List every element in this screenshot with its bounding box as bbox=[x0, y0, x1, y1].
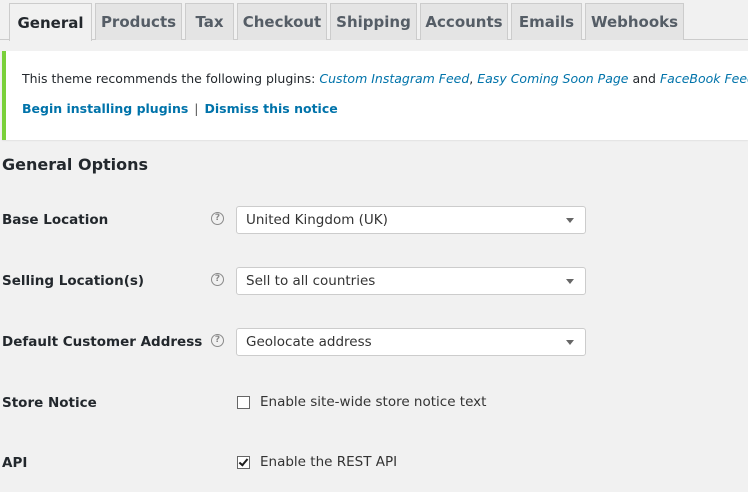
store-notice-checkbox[interactable] bbox=[237, 396, 250, 409]
tab-products[interactable]: Products bbox=[95, 3, 182, 40]
plugin-notice: This theme recommends the following plug… bbox=[2, 51, 748, 140]
tab-accounts[interactable]: Accounts bbox=[420, 3, 508, 40]
chevron-down-icon bbox=[566, 218, 574, 223]
notice-separator: | bbox=[194, 101, 199, 116]
help-icon[interactable]: ? bbox=[211, 334, 224, 347]
base-location-select[interactable]: United Kingdom (UK) bbox=[236, 206, 586, 234]
notice-actions: Begin installing plugins | Dismiss this no… bbox=[22, 101, 338, 116]
base-location-label: Base Location bbox=[2, 212, 109, 228]
plugin-link-coming-soon[interactable]: Easy Coming Soon Page bbox=[477, 71, 628, 86]
checkmark-icon bbox=[238, 456, 249, 467]
tab-shipping[interactable]: Shipping bbox=[330, 3, 417, 40]
default-customer-address-select[interactable]: Geolocate address bbox=[236, 328, 586, 356]
dismiss-notice-link[interactable]: Dismiss this notice bbox=[205, 101, 338, 116]
selling-locations-label: Selling Location(s) bbox=[2, 273, 145, 289]
default-customer-address-value: Geolocate address bbox=[246, 334, 372, 350]
notice-message: This theme recommends the following plug… bbox=[22, 71, 748, 86]
api-label: API bbox=[2, 455, 28, 471]
tab-general[interactable]: General bbox=[9, 3, 92, 41]
base-location-value: United Kingdom (UK) bbox=[246, 212, 388, 228]
tab-webhooks[interactable]: Webhooks bbox=[585, 3, 684, 40]
chevron-down-icon bbox=[566, 340, 574, 345]
store-notice-checkbox-label[interactable]: Enable site-wide store notice text bbox=[260, 394, 486, 410]
notice-text: This theme recommends the following plug… bbox=[22, 71, 320, 86]
chevron-down-icon bbox=[566, 279, 574, 284]
tab-tax[interactable]: Tax bbox=[185, 3, 234, 40]
help-icon[interactable]: ? bbox=[211, 212, 224, 225]
tab-checkout[interactable]: Checkout bbox=[237, 3, 327, 40]
help-icon[interactable]: ? bbox=[211, 273, 224, 286]
plugin-link-facebook[interactable]: FaceBook Feed bbox=[660, 71, 748, 86]
store-notice-label: Store Notice bbox=[2, 395, 97, 411]
notice-and: and bbox=[628, 71, 660, 86]
api-checkbox[interactable] bbox=[237, 456, 250, 469]
default-customer-address-label: Default Customer Address bbox=[2, 334, 203, 350]
selling-locations-select[interactable]: Sell to all countries bbox=[236, 267, 586, 295]
tab-emails[interactable]: Emails bbox=[511, 3, 582, 40]
settings-tabs: General Products Tax Checkout Shipping A… bbox=[0, 0, 748, 41]
api-checkbox-label[interactable]: Enable the REST API bbox=[260, 454, 397, 470]
begin-installing-link[interactable]: Begin installing plugins bbox=[22, 101, 188, 116]
selling-locations-value: Sell to all countries bbox=[246, 273, 376, 289]
section-title: General Options bbox=[2, 155, 149, 174]
plugin-link-instagram[interactable]: Custom Instagram Feed bbox=[319, 71, 469, 86]
